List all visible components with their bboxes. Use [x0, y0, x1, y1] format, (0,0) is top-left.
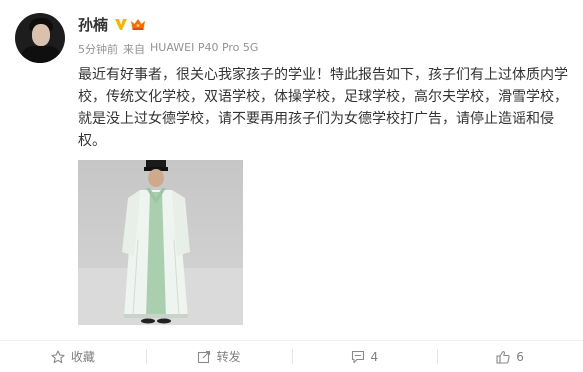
repost-label: 转发 — [216, 350, 241, 364]
source-prefix: 来自 — [123, 43, 145, 56]
photo-person-in-hanfu — [78, 160, 243, 325]
comment-button[interactable]: 4 — [291, 341, 438, 372]
favorite-button[interactable]: 收藏 — [0, 341, 146, 372]
favorite-label: 收藏 — [70, 350, 95, 364]
weibo-post-card: 孙楠 5分钟前 来自 HUAWEI P40 Pro 5G 最近有好事者，很关心我… — [0, 0, 583, 372]
crown-icon[interactable] — [130, 17, 146, 31]
like-button[interactable]: 6 — [437, 341, 583, 372]
verified-v-icon — [115, 19, 128, 30]
share-icon — [197, 350, 210, 363]
post-meta: 5分钟前 来自 HUAWEI P40 Pro 5G — [78, 41, 258, 57]
comment-count: 4 — [370, 349, 379, 364]
post-photo[interactable] — [78, 160, 243, 325]
thumbs-up-icon — [496, 350, 510, 364]
comment-icon — [351, 350, 364, 363]
like-count: 6 — [516, 349, 524, 364]
star-icon — [51, 349, 65, 363]
author-row: 孙楠 — [78, 14, 146, 34]
post-source[interactable]: HUAWEI P40 Pro 5G — [150, 41, 258, 57]
post-text: 最近有好事者，很关心我家孩子的学业！特此报告如下，孩子们有上过体质内学校，传统文… — [78, 67, 568, 149]
action-bar: 收藏 转发 4 6 — [0, 341, 583, 372]
avatar[interactable] — [15, 13, 65, 63]
post-time[interactable]: 5分钟前 — [78, 41, 118, 57]
repost-button[interactable]: 转发 — [145, 341, 292, 372]
author-name[interactable]: 孙楠 — [78, 14, 108, 35]
